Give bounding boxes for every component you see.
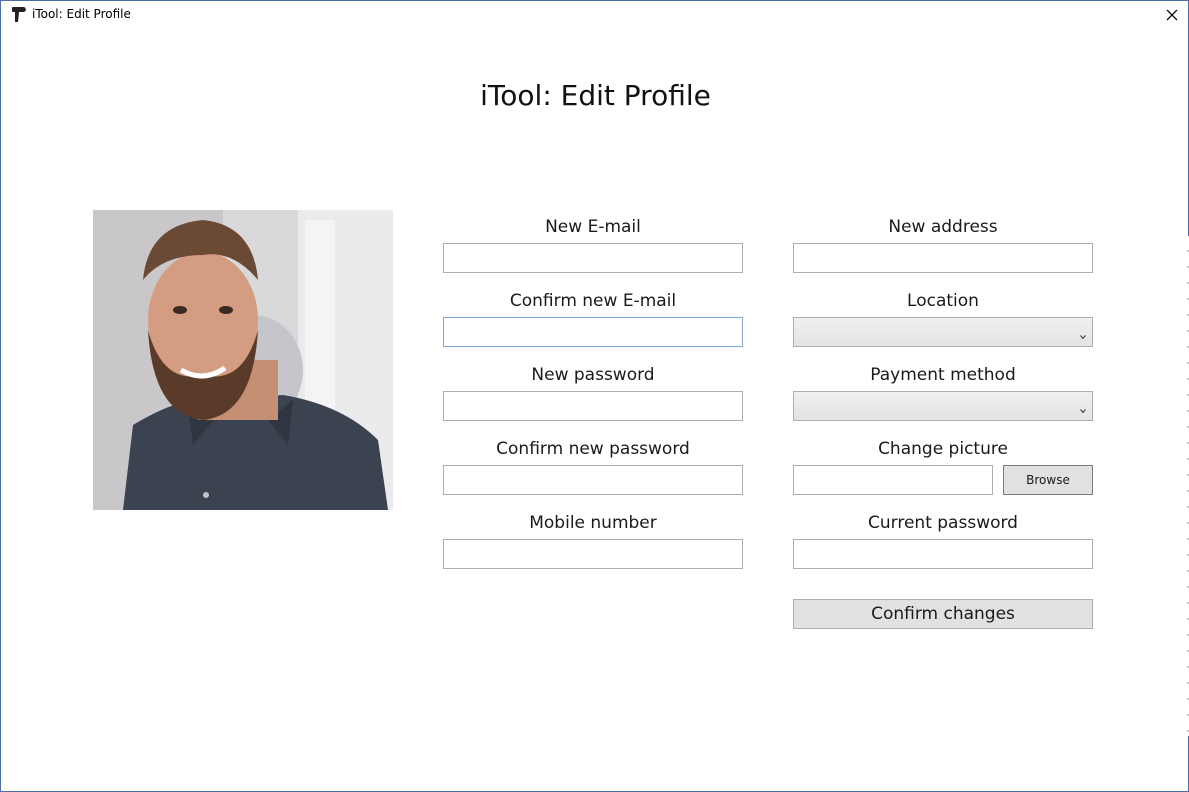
mobile-number-field[interactable]: [443, 539, 743, 569]
picture-path-field[interactable]: [793, 465, 993, 495]
title-bar[interactable]: iTool: Edit Profile: [1, 1, 1188, 29]
current-password-label: Current password: [868, 513, 1018, 533]
location-label: Location: [907, 291, 979, 311]
close-button[interactable]: [1158, 3, 1186, 27]
chevron-down-icon: [1079, 400, 1087, 414]
close-icon: [1166, 6, 1178, 25]
payment-method-label: Payment method: [870, 365, 1016, 385]
confirm-email-label: Confirm new E-mail: [509, 291, 677, 311]
itool-drill-icon: [11, 6, 27, 23]
new-address-label: New address: [888, 217, 998, 237]
window-title: iTool: Edit Profile: [32, 7, 131, 21]
confirm-email-field[interactable]: [443, 317, 743, 347]
current-password-field[interactable]: [793, 539, 1093, 569]
location-dropdown[interactable]: [793, 317, 1093, 347]
profile-photo: [93, 210, 393, 510]
page-title: iTool: Edit Profile: [480, 79, 711, 112]
change-picture-label: Change picture: [878, 439, 1008, 459]
payment-method-dropdown[interactable]: [793, 391, 1093, 421]
browse-button[interactable]: Browse: [1003, 465, 1093, 495]
new-email-field[interactable]: [443, 243, 743, 273]
new-password-field[interactable]: [443, 391, 743, 421]
new-password-label: New password: [531, 365, 655, 385]
mobile-number-label: Mobile number: [529, 513, 657, 533]
confirm-password-field[interactable]: [443, 465, 743, 495]
confirm-password-label: Confirm new password: [496, 439, 690, 459]
app-window: iTool: Edit Profile iTool: Edit Profile: [0, 0, 1189, 792]
chevron-down-icon: [1079, 326, 1087, 340]
new-address-field[interactable]: [793, 243, 1093, 273]
new-email-label: New E-mail: [545, 217, 641, 237]
confirm-changes-button[interactable]: Confirm changes: [793, 599, 1093, 629]
